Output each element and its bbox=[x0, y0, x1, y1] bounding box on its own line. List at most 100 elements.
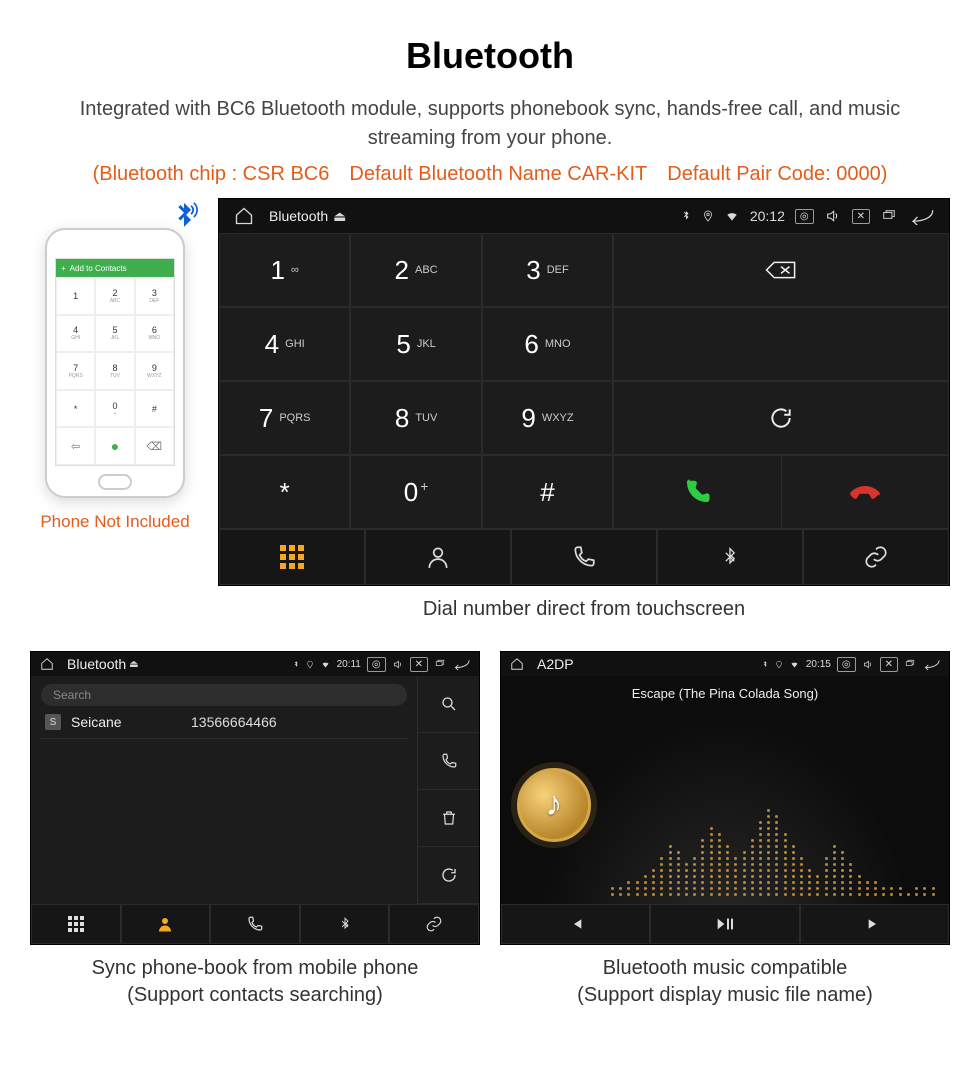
music-caption: Bluetooth music compatible (Support disp… bbox=[500, 955, 950, 1009]
back-icon[interactable] bbox=[908, 207, 934, 225]
phone-hangup-icon bbox=[850, 477, 880, 507]
mini-key-3: 3DEF bbox=[135, 277, 174, 315]
back-icon[interactable] bbox=[452, 658, 470, 670]
close-icon[interactable]: ✕ bbox=[852, 209, 870, 224]
empty-cell bbox=[613, 307, 949, 381]
mini-key-0: 0+ bbox=[95, 390, 134, 428]
tab-keypad[interactable] bbox=[31, 904, 121, 944]
screenshot-icon[interactable]: ◎ bbox=[837, 657, 856, 672]
recent-apps-icon[interactable] bbox=[880, 209, 898, 223]
status-bar: A2DP 20:15 ◎ ✕ bbox=[501, 652, 949, 676]
track-title: Escape (The Pina Colada Song) bbox=[501, 676, 949, 705]
keypad-5[interactable]: 5JKL bbox=[350, 307, 481, 381]
wifi-icon bbox=[724, 209, 740, 223]
keypad-icon bbox=[280, 545, 304, 569]
link-icon bbox=[862, 544, 890, 570]
tab-contacts[interactable] bbox=[365, 529, 511, 585]
home-icon[interactable] bbox=[40, 657, 54, 671]
search-button[interactable] bbox=[417, 676, 479, 733]
sync-button[interactable] bbox=[417, 847, 479, 904]
location-icon bbox=[306, 659, 314, 670]
contacts-search-input[interactable]: Search bbox=[41, 684, 407, 706]
mini-key-1: 1 bbox=[56, 277, 95, 315]
recent-apps-icon[interactable] bbox=[434, 659, 446, 669]
tab-keypad[interactable] bbox=[219, 529, 365, 585]
close-icon[interactable]: ✕ bbox=[410, 657, 428, 672]
usb-icon: ⏏ bbox=[333, 208, 346, 225]
screenshot-icon[interactable]: ◎ bbox=[367, 657, 386, 672]
keypad-3[interactable]: 3DEF bbox=[482, 233, 613, 307]
phone-home-button bbox=[98, 474, 132, 490]
bluetooth-tab-icon bbox=[720, 544, 740, 570]
play-pause-button[interactable] bbox=[650, 904, 799, 944]
call-contact-button[interactable] bbox=[417, 733, 479, 790]
wifi-icon bbox=[320, 660, 331, 669]
mini-key-2: 2ABC bbox=[95, 277, 134, 315]
phone-outline-icon bbox=[571, 544, 597, 570]
keypad-*[interactable]: * bbox=[219, 455, 350, 529]
tab-bluetooth[interactable] bbox=[300, 904, 390, 944]
keypad-6[interactable]: 6MNO bbox=[482, 307, 613, 381]
person-icon bbox=[425, 544, 451, 570]
dialer-caption: Dial number direct from touchscreen bbox=[218, 596, 950, 623]
mini-key-#: # bbox=[135, 390, 174, 428]
wifi-icon bbox=[789, 660, 800, 669]
screenshot-icon[interactable]: ◎ bbox=[795, 209, 814, 224]
volume-icon[interactable] bbox=[824, 208, 842, 224]
tab-contacts[interactable] bbox=[121, 904, 211, 944]
backspace-button[interactable] bbox=[613, 233, 949, 307]
plus-icon: + bbox=[61, 264, 66, 273]
contact-row[interactable]: SSeicane13566664466 bbox=[41, 706, 407, 739]
home-icon[interactable] bbox=[234, 206, 254, 226]
app-label: Bluetooth bbox=[269, 208, 328, 224]
status-bar: Bluetooth ⏏ 20:11 ◎ ✕ bbox=[31, 652, 479, 676]
mini-call-icon: ● bbox=[95, 427, 134, 465]
app-label: A2DP bbox=[537, 656, 574, 672]
hangup-button[interactable] bbox=[781, 456, 948, 528]
phone-caption: Phone Not Included bbox=[30, 512, 200, 532]
album-art: ♪ bbox=[517, 768, 591, 842]
mini-key-7: 7PQRS bbox=[56, 352, 95, 390]
clock-time: 20:15 bbox=[806, 659, 831, 670]
volume-icon[interactable] bbox=[392, 659, 404, 670]
keypad-1[interactable]: 1∞ bbox=[219, 233, 350, 307]
tab-bluetooth[interactable] bbox=[657, 529, 803, 585]
refresh-button[interactable] bbox=[613, 381, 949, 455]
close-icon[interactable]: ✕ bbox=[880, 657, 898, 672]
keypad-9[interactable]: 9WXYZ bbox=[482, 381, 613, 455]
bluetooth-icon bbox=[292, 659, 300, 670]
tab-link[interactable] bbox=[803, 529, 949, 585]
bluetooth-icon bbox=[761, 659, 769, 670]
music-note-icon: ♪ bbox=[546, 785, 563, 824]
delete-contact-button[interactable] bbox=[417, 790, 479, 847]
phone-header-label: Add to Contacts bbox=[70, 264, 127, 273]
next-track-button[interactable] bbox=[800, 904, 949, 944]
dialer-panel: Bluetooth ⏏ 20:12 ◎ ✕ bbox=[218, 198, 950, 586]
app-label: Bluetooth bbox=[67, 656, 126, 672]
keypad-#[interactable]: # bbox=[482, 455, 613, 529]
mini-back-icon: ⇦ bbox=[56, 427, 95, 465]
recent-apps-icon[interactable] bbox=[904, 659, 916, 669]
keypad-icon bbox=[68, 916, 84, 932]
backspace-icon bbox=[764, 258, 798, 282]
mini-backspace-icon: ⌫ bbox=[135, 427, 174, 465]
tab-recent[interactable] bbox=[511, 529, 657, 585]
phone-mockup: + Add to Contacts 12ABC3DEF4GHI5JKL6MNO7… bbox=[45, 228, 185, 498]
page-title: Bluetooth bbox=[0, 35, 980, 77]
volume-icon[interactable] bbox=[862, 659, 874, 670]
keypad-0[interactable]: 0+ bbox=[350, 455, 481, 529]
prev-track-button[interactable] bbox=[501, 904, 650, 944]
keypad-8[interactable]: 8TUV bbox=[350, 381, 481, 455]
back-icon[interactable] bbox=[922, 658, 940, 670]
keypad-2[interactable]: 2ABC bbox=[350, 233, 481, 307]
contacts-panel: Bluetooth ⏏ 20:11 ◎ ✕ Search SSeicane1 bbox=[30, 651, 480, 945]
mini-key-5: 5JKL bbox=[95, 315, 134, 353]
mini-key-*: * bbox=[56, 390, 95, 428]
keypad-7[interactable]: 7PQRS bbox=[219, 381, 350, 455]
usb-icon: ⏏ bbox=[129, 659, 138, 670]
keypad-4[interactable]: 4GHI bbox=[219, 307, 350, 381]
tab-link[interactable] bbox=[389, 904, 479, 944]
tab-recent[interactable] bbox=[210, 904, 300, 944]
home-icon[interactable] bbox=[510, 657, 524, 671]
call-button[interactable] bbox=[614, 456, 780, 528]
